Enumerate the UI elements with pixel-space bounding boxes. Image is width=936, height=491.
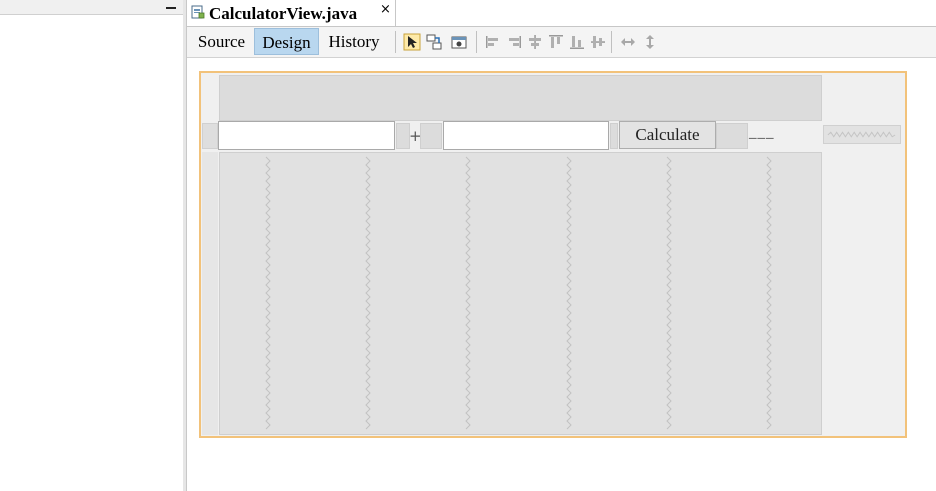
vertical-glue-spacer — [465, 156, 471, 430]
preview-design-icon[interactable] — [450, 33, 468, 51]
left-panel — [0, 0, 184, 491]
results-panel[interactable] — [219, 152, 822, 435]
file-tab-label: CalculatorView.java — [209, 4, 358, 23]
vertical-glue-spacer — [265, 156, 271, 430]
center-vertically-icon[interactable] — [589, 33, 607, 51]
grid-cell-spacer — [610, 123, 618, 149]
toolbar-separator — [476, 31, 477, 53]
design-toolbar: Source Design History — [187, 27, 936, 58]
grid-cell-spacer — [716, 123, 748, 149]
vertical-glue-spacer — [566, 156, 572, 430]
vertical-glue-spacer — [365, 156, 371, 430]
close-icon[interactable]: × — [380, 2, 391, 17]
toolbar-separator — [611, 31, 612, 53]
resize-height-icon[interactable] — [641, 33, 659, 51]
result-label: ___ — [749, 125, 775, 141]
align-bottom-icon[interactable] — [568, 33, 586, 51]
grid-cell-spacer — [202, 123, 218, 149]
second-number-field[interactable] — [443, 121, 609, 150]
tab-history[interactable]: History — [321, 28, 387, 55]
toolbar-separator — [395, 31, 396, 53]
first-number-field[interactable] — [218, 121, 395, 150]
center-horizontally-icon[interactable] — [526, 33, 544, 51]
align-left-icon[interactable] — [484, 33, 502, 51]
vertical-glue-spacer — [666, 156, 672, 430]
connection-mode-icon[interactable] — [425, 33, 443, 51]
file-tab-calculatorview[interactable]: CalculatorView.java × — [187, 0, 396, 26]
design-canvas[interactable]: + Calculate ___ — [199, 71, 907, 438]
calculate-button[interactable]: Calculate — [619, 121, 716, 149]
tab-design[interactable]: Design — [254, 28, 319, 55]
horizontal-glue-spacer[interactable] — [823, 125, 901, 144]
grid-cell-spacer — [420, 123, 442, 149]
java-form-file-icon — [191, 5, 205, 19]
header-panel[interactable] — [219, 75, 822, 121]
tab-source[interactable]: Source — [191, 28, 252, 55]
minimize-icon[interactable] — [165, 1, 177, 11]
vertical-glue-spacer — [766, 156, 772, 430]
grid-cell-spacer — [202, 152, 218, 435]
align-right-icon[interactable] — [505, 33, 523, 51]
align-top-icon[interactable] — [547, 33, 565, 51]
editor-area: CalculatorView.java × Source Design Hist… — [187, 0, 936, 491]
resize-width-icon[interactable] — [619, 33, 637, 51]
grid-cell-spacer — [396, 123, 410, 149]
editor-tab-bar: CalculatorView.java × — [187, 0, 936, 27]
selection-mode-icon[interactable] — [403, 33, 421, 51]
left-panel-header — [0, 0, 183, 15]
